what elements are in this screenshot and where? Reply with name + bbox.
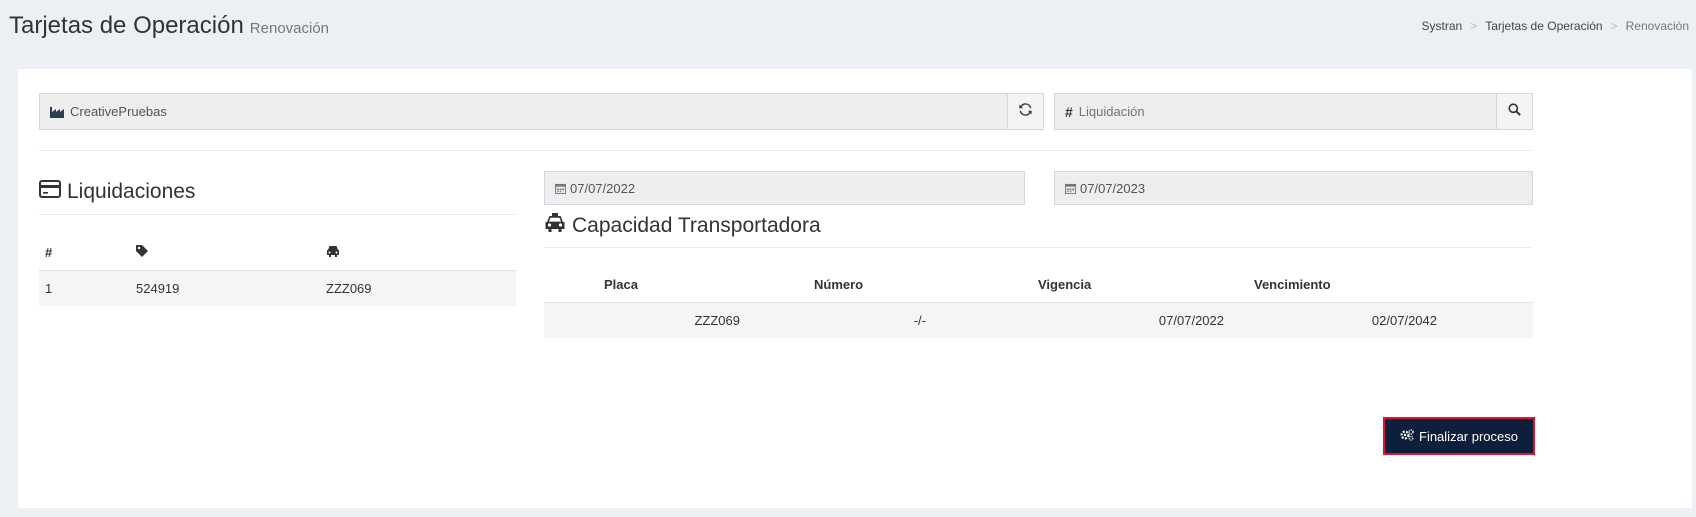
calendar-icon: [1065, 183, 1076, 194]
start-date-field[interactable]: 07/07/2022: [544, 171, 1025, 205]
liquidacion-input[interactable]: [1072, 104, 1453, 119]
breadcrumb-separator: >: [1610, 19, 1618, 33]
row-numero: -/-: [913, 312, 926, 328]
gears-icon: [1400, 428, 1414, 444]
table-row[interactable]: ZZZ069 -/- 07/07/2022 02/07/2042: [544, 302, 1533, 338]
capacidad-title-text: Capacidad Transportadora: [572, 214, 821, 237]
start-date-value: 07/07/2022: [570, 180, 636, 196]
breadcrumb-separator: >: [1470, 19, 1478, 33]
divider: [39, 150, 1533, 151]
hash-icon: #: [1065, 103, 1073, 120]
page-subtitle: Renovación: [249, 20, 330, 37]
row-vigencia: 07/07/2022: [1158, 312, 1224, 328]
breadcrumb-item-renovacion: Renovación: [1625, 19, 1689, 33]
refresh-icon: [1019, 102, 1032, 121]
calendar-icon: [555, 183, 566, 194]
page-title-text: Tarjetas de Operación: [9, 12, 244, 39]
row-number: 1: [45, 280, 53, 296]
liquidaciones-title-text: Liquidaciones: [67, 180, 196, 203]
breadcrumb: Systran > Tarjetas de Operación > Renovación: [1422, 19, 1690, 33]
liquidaciones-title: Liquidaciones: [39, 180, 195, 204]
page-title: Tarjetas de Operación Renovación: [9, 12, 329, 40]
table-row[interactable]: 1 524919 ZZZ069: [39, 270, 516, 306]
taxi-icon: [544, 213, 572, 239]
finalize-button-label: Finalizar proceso: [1419, 428, 1518, 444]
capacidad-table: Placa Número Vigencia Vencimiento ZZZ069…: [544, 268, 1533, 338]
row-placa: ZZZ069: [326, 280, 372, 296]
liquidaciones-table: # 1 524919 ZZZ069: [39, 236, 516, 306]
main-card: CreativePruebas # Liquidaciones #: [18, 69, 1692, 508]
column-header-placa: Placa: [604, 277, 638, 293]
company-field[interactable]: CreativePruebas: [39, 93, 1044, 130]
search-icon: [1508, 102, 1521, 121]
industry-icon: [50, 106, 64, 118]
column-header-liquidacion: [136, 236, 326, 270]
column-header-vencimiento: Vencimiento: [1254, 277, 1331, 293]
column-header-vigencia: Vigencia: [1038, 277, 1092, 293]
row-placa: ZZZ069: [694, 312, 740, 328]
column-header-numero: Número: [814, 277, 864, 293]
finalize-button[interactable]: Finalizar proceso: [1383, 417, 1535, 455]
row-vencimiento: 02/07/2042: [1371, 312, 1437, 328]
end-date-field[interactable]: 07/07/2023: [1054, 171, 1533, 205]
refresh-button[interactable]: [1007, 93, 1044, 130]
liquidacion-search[interactable]: #: [1054, 93, 1533, 130]
credit-card-icon: [39, 180, 67, 204]
tag-icon: [136, 245, 148, 260]
breadcrumb-item-tarjetas[interactable]: Tarjetas de Operación: [1485, 19, 1602, 33]
column-header-number: #: [45, 245, 53, 261]
divider: [544, 247, 1533, 248]
column-header-vehiculo: [326, 236, 516, 270]
search-button[interactable]: [1496, 93, 1533, 130]
divider: [39, 214, 516, 215]
car-icon: [326, 245, 340, 260]
capacidad-title: Capacidad Transportadora: [544, 213, 821, 239]
company-value: CreativePruebas: [70, 104, 167, 119]
row-liquidacion: 524919: [136, 280, 180, 296]
breadcrumb-item-systran[interactable]: Systran: [1422, 19, 1463, 33]
end-date-value: 07/07/2023: [1080, 180, 1146, 196]
finalize-container: Finalizar proceso: [1383, 417, 1535, 455]
